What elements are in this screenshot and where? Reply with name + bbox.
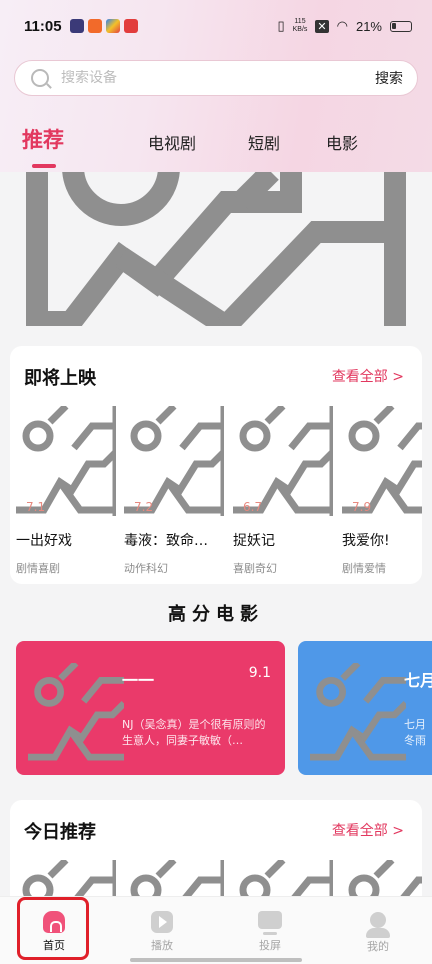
high-score-description: NJ（吴念真）是个很有原则的生意人，同妻子敏敏（… <box>122 718 266 747</box>
banner-image[interactable] <box>26 172 406 326</box>
upcoming-see-all-link[interactable]: 查看全部 > <box>332 366 404 386</box>
tab-tv-series[interactable]: 电视剧 <box>148 130 196 154</box>
movie-title: 我爱你! <box>342 533 390 549</box>
profile-icon <box>366 912 390 938</box>
movie-rating: 7.2 <box>134 500 154 514</box>
sim-icon: ✕ <box>315 19 329 33</box>
upcoming-title: 即将上映 <box>24 368 96 389</box>
screen-cast-icon <box>258 911 282 935</box>
movie-title: 一出好戏 <box>16 533 72 549</box>
home-indicator <box>130 958 302 962</box>
battery-text: 21% <box>355 18 382 34</box>
nav-profile-label: 我的 <box>367 940 389 953</box>
movie-poster: 7.2 <box>124 406 224 516</box>
movie-rating: 7.9 <box>352 500 372 514</box>
high-score-card[interactable]: 一一 9.1 NJ（吴念真）是个很有原则的生意人，同妻子敏敏（… <box>16 641 285 775</box>
app-notification-icon <box>123 19 138 33</box>
image-placeholder-icon <box>28 663 124 761</box>
movie-genre: 剧情爱情 <box>342 562 386 575</box>
nav-screen-cast-label: 投屏 <box>259 939 281 952</box>
search-bar[interactable]: 搜索 <box>14 60 418 96</box>
movie-poster: 7.9 <box>342 406 422 516</box>
search-input[interactable] <box>61 70 375 86</box>
movie-rating: 6.7 <box>243 500 263 514</box>
search-icon <box>31 69 49 87</box>
tab-short-drama[interactable]: 短剧 <box>248 130 280 154</box>
description-line: 七月 <box>404 718 426 731</box>
today-see-all-link[interactable]: 查看全部 > <box>332 820 404 840</box>
search-button[interactable]: 搜索 <box>375 68 403 88</box>
battery-icon <box>390 20 412 32</box>
nav-play[interactable]: 播放 <box>108 897 216 964</box>
status-time: 11:05 <box>24 17 62 35</box>
app-notification-icon <box>69 19 84 33</box>
app-notification-icon <box>87 19 102 33</box>
high-score-movie-title: 一一 <box>122 671 155 690</box>
movie-card[interactable]: 6.7 捉妖记 喜剧奇幻 <box>233 406 333 576</box>
notification-icons <box>69 19 138 33</box>
category-tabs: 推荐 电视剧 短剧 电影 <box>22 124 400 168</box>
movie-genre: 剧情喜剧 <box>16 562 60 575</box>
status-bar: 11:05 ▯ 115 KB/s ✕ ◠ 21% <box>0 0 432 52</box>
movie-card[interactable]: 7.9 我爱你! 剧情爱情 <box>342 406 422 576</box>
nav-screen-cast[interactable]: 投屏 <box>216 897 324 964</box>
broken-image-icon <box>26 172 406 326</box>
upcoming-section: 即将上映 查看全部 > 7.1 一出好戏 剧情喜剧 7.2 毒液：致命… 动作科… <box>10 346 422 584</box>
high-score-description: 七月 冬雨 <box>404 717 426 749</box>
movie-card[interactable]: 7.2 毒液：致命… 动作科幻 <box>124 406 224 576</box>
movie-genre: 动作科幻 <box>124 562 168 575</box>
description-line: 冬雨 <box>404 734 426 747</box>
vibrate-icon: ▯ <box>277 18 285 33</box>
movie-card[interactable]: 7.1 一出好戏 剧情喜剧 <box>16 406 116 576</box>
movie-poster: 6.7 <box>233 406 333 516</box>
high-score-card[interactable]: 七月 七月 冬雨 <box>298 641 432 775</box>
net-speed: 115 KB/s <box>293 18 308 34</box>
high-score-rating: 9.1 <box>248 665 271 681</box>
highlight-box <box>17 897 89 960</box>
tab-movies[interactable]: 电影 <box>326 130 358 154</box>
high-score-movie-title: 七月 <box>404 671 432 690</box>
today-title: 今日推荐 <box>24 822 96 843</box>
movie-genre: 喜剧奇幻 <box>233 562 277 575</box>
high-score-title: 高分电影 <box>168 604 264 625</box>
movie-poster: 7.1 <box>16 406 116 516</box>
net-speed-unit: KB/s <box>292 26 308 33</box>
play-icon <box>151 911 173 933</box>
tab-recommend[interactable]: 推荐 <box>22 124 64 168</box>
wifi-icon: ◠ <box>336 18 348 33</box>
image-placeholder-icon <box>310 663 406 761</box>
net-speed-value: 115 <box>294 18 306 25</box>
movie-title: 捉妖记 <box>233 533 275 549</box>
nav-profile[interactable]: 我的 <box>324 897 432 964</box>
movie-rating: 7.1 <box>26 500 46 514</box>
nav-play-label: 播放 <box>151 939 173 952</box>
movie-title: 毒液：致命… <box>124 533 208 549</box>
app-notification-icon <box>105 19 120 33</box>
